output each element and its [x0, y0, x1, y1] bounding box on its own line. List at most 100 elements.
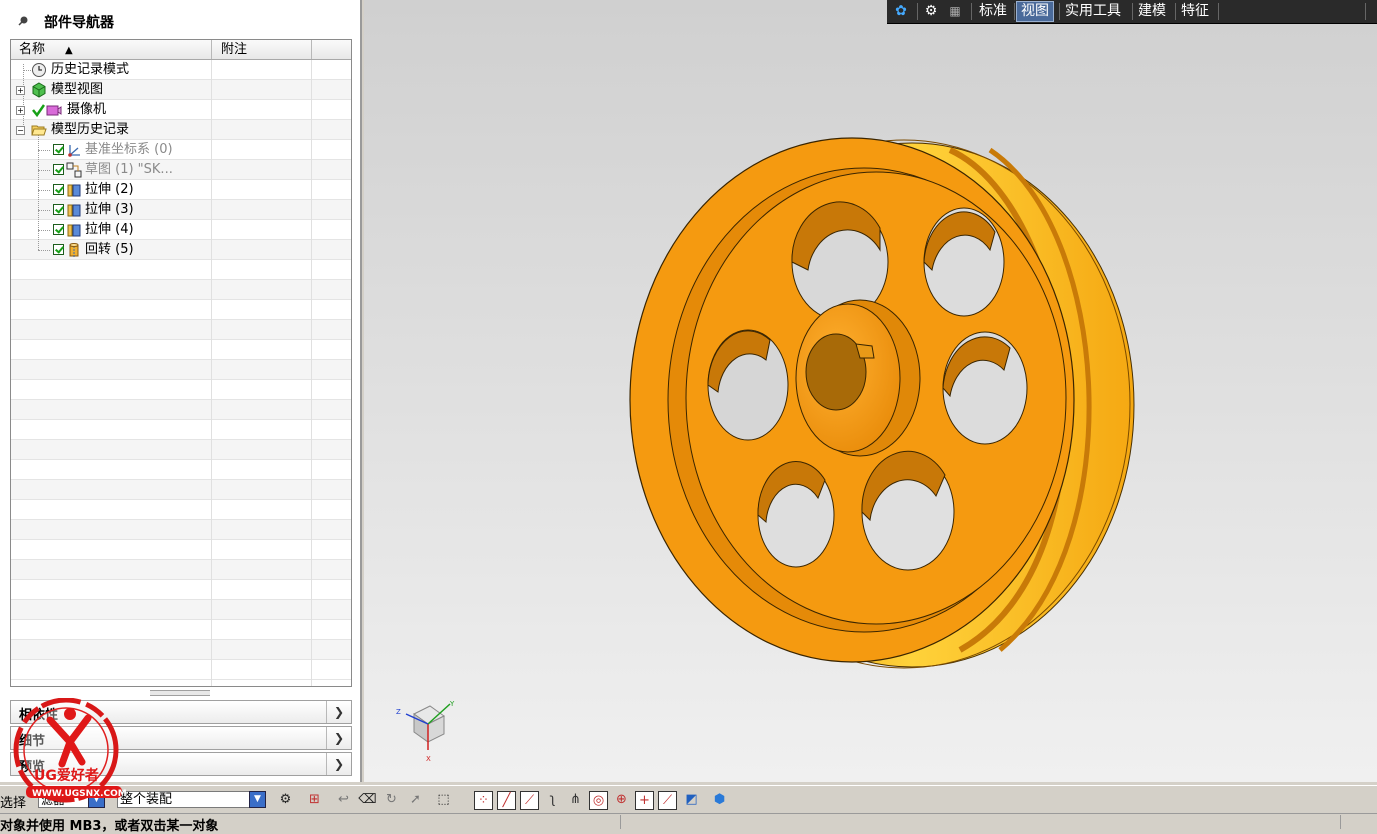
feature-checkbox[interactable] — [53, 204, 64, 215]
undo-selection-icon[interactable]: ↩ — [334, 791, 353, 810]
empty-row — [11, 500, 351, 520]
panel-details-label: 细节 — [19, 734, 46, 749]
navigator-title-bar: 部件导航器 — [0, 0, 360, 38]
datum-csys-icon — [68, 145, 80, 157]
panel-details[interactable]: 细节 ❯ — [10, 726, 352, 750]
empty-row — [11, 560, 351, 580]
chevron-down-icon[interactable]: ❯ — [326, 727, 351, 749]
status-message: 对象并使用 MB3，或者双击某一对象 — [0, 819, 219, 834]
feature-checkbox[interactable] — [53, 164, 64, 175]
empty-row — [11, 320, 351, 340]
eraser-icon[interactable]: ⌫ — [358, 791, 377, 810]
chevron-down-icon[interactable]: ▼ — [249, 791, 266, 808]
empty-row — [11, 340, 351, 360]
point-on-curve-icon[interactable]: ⟋ — [658, 791, 677, 810]
existing-point-icon[interactable]: + — [635, 791, 654, 810]
clock-icon — [32, 63, 46, 77]
collapse-toggle[interactable]: − — [16, 126, 25, 135]
endpoint-icon[interactable]: ╱ — [497, 791, 516, 810]
arc-center-icon[interactable]: ◎ — [589, 791, 608, 810]
feature-checkbox[interactable] — [53, 224, 64, 235]
tree-item-model-views[interactable]: 模型视图 — [51, 81, 103, 99]
folder-open-icon — [31, 125, 47, 136]
empty-row — [11, 480, 351, 500]
empty-row — [11, 460, 351, 480]
panel-dependencies[interactable]: 相依性 ❯ — [10, 700, 352, 724]
tree-item-model-history[interactable]: 模型历史记录 — [51, 121, 129, 139]
curve-icon[interactable]: ʅ — [543, 791, 562, 810]
feature-extrude-4[interactable]: 拉伸 (4) — [85, 221, 134, 239]
snap-cube-icon[interactable]: ⬢ — [710, 791, 729, 810]
extrude-icon — [67, 204, 81, 217]
tree-item-camera[interactable]: 摄像机 — [67, 101, 106, 119]
feature-extrude-3[interactable]: 拉伸 (3) — [85, 201, 134, 219]
part-navigator: 部件导航器 名称 ▲ 附注 历史记录模式 + 模型视图 + 摄像机 − 模型历史… — [0, 0, 362, 782]
feature-checkbox[interactable] — [53, 244, 64, 255]
tab-standard[interactable]: 标准 — [975, 2, 1011, 21]
graphics-viewport[interactable]: X Y Z — [364, 0, 1377, 782]
tree-row[interactable] — [11, 100, 351, 120]
expand-toggle[interactable]: + — [16, 106, 25, 115]
tab-view[interactable]: 视图 — [1016, 1, 1054, 22]
expand-toggle[interactable]: + — [16, 86, 25, 95]
extrude-icon — [67, 184, 81, 197]
chevron-down-icon[interactable]: ▼ — [88, 791, 105, 808]
empty-row — [11, 600, 351, 620]
status-bar: 对象并使用 MB3，或者双击某一对象 — [0, 813, 1377, 834]
navigator-tree[interactable]: 名称 ▲ 附注 历史记录模式 + 模型视图 + 摄像机 − 模型历史记录 基准坐… — [10, 39, 352, 687]
empty-row — [11, 400, 351, 420]
rotate-icon[interactable]: ↻ — [382, 791, 401, 810]
roles-icon[interactable]: ✿ — [891, 2, 911, 21]
feature-datum-csys[interactable]: 基准坐标系 (0) — [85, 141, 173, 159]
sketch-icon — [66, 162, 82, 178]
quadrant-icon[interactable]: ⊕ — [612, 791, 631, 810]
panel-dependencies-label: 相依性 — [19, 708, 59, 723]
chevron-down-icon[interactable]: ❯ — [326, 753, 351, 775]
rectangle-select-icon[interactable]: ⬚ — [434, 791, 453, 810]
tree-header: 名称 ▲ 附注 — [11, 40, 351, 60]
select-all-icon[interactable]: ⊞ — [305, 791, 324, 810]
pointer-icon[interactable]: ➚ — [406, 791, 425, 810]
tab-utilities[interactable]: 实用工具 — [1061, 2, 1125, 21]
camera-icon — [46, 105, 62, 116]
column-header-note[interactable]: 附注 — [221, 41, 247, 58]
intersection-icon[interactable]: ⋔ — [566, 791, 585, 810]
green-check-icon — [32, 104, 45, 118]
pulley-model[interactable] — [364, 0, 1377, 782]
empty-row — [11, 440, 351, 460]
model-views-icon — [32, 82, 46, 98]
feature-extrude-2[interactable]: 拉伸 (2) — [85, 181, 134, 199]
panel-splitter[interactable] — [150, 690, 210, 696]
point-on-face-icon[interactable]: ◩ — [682, 791, 701, 810]
tab-modeling[interactable]: 建模 — [1134, 2, 1170, 21]
empty-row — [11, 580, 351, 600]
empty-row — [11, 380, 351, 400]
feature-sketch[interactable]: 草图 (1) "SK... — [85, 161, 173, 179]
feature-revolve-5[interactable]: 回转 (5) — [85, 241, 134, 259]
feature-checkbox[interactable] — [53, 184, 64, 195]
snap-points-icon[interactable]: ⁘ — [474, 791, 493, 810]
column-header-name[interactable]: 名称 — [19, 41, 45, 58]
pin-icon[interactable] — [18, 14, 30, 26]
tree-item-history-mode[interactable]: 历史记录模式 — [51, 61, 129, 79]
chevron-down-icon[interactable]: ❯ — [326, 701, 351, 723]
empty-row — [11, 260, 351, 280]
selection-scope-dropdown[interactable]: 整个装配 — [117, 791, 251, 808]
panel-preview[interactable]: 预览 ❯ — [10, 752, 352, 776]
empty-row — [11, 360, 351, 380]
selection-toolbar: 选择 滤器 ▼ 整个装配 ▼ ⚙ ⊞ ↩ ⌫ ↻ ➚ ⬚ ⁘ ╱ ⟋ ʅ ⋔ ◎… — [0, 785, 1377, 814]
gear-icon[interactable]: ⚙ — [921, 2, 941, 21]
empty-row — [11, 540, 351, 560]
grid-icon[interactable]: ▦ — [945, 2, 965, 21]
empty-row — [11, 420, 351, 440]
triad-z-label: Z — [396, 708, 401, 716]
empty-row — [11, 520, 351, 540]
feature-checkbox[interactable] — [53, 144, 64, 155]
filter-settings-icon[interactable]: ⚙ — [276, 791, 295, 810]
midpoint-icon[interactable]: ⟋ — [520, 791, 539, 810]
triad-y-label: Y — [449, 700, 455, 708]
extrude-icon — [67, 224, 81, 237]
tab-features[interactable]: 特征 — [1177, 2, 1213, 21]
navigator-title: 部件导航器 — [44, 15, 114, 31]
sort-ascending-icon: ▲ — [65, 45, 73, 56]
